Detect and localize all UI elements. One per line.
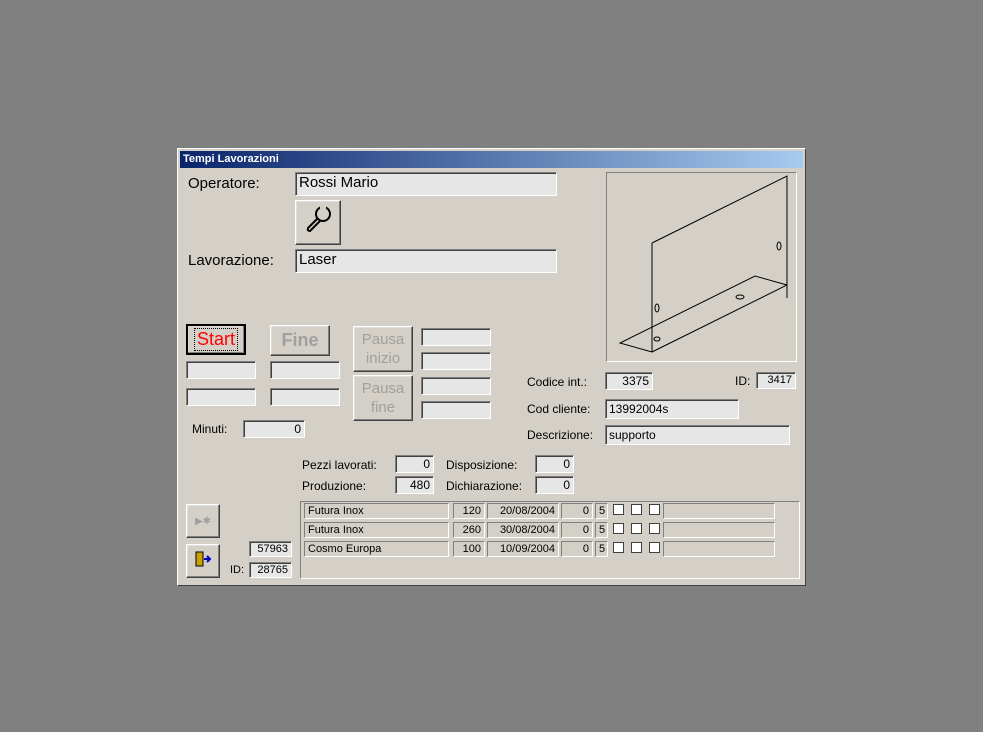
part-id-label: ID: [735,374,751,388]
order-checkbox-3[interactable] [649,504,660,515]
order-row: Cosmo Europa 100 10/09/2004 0 5 [301,541,799,559]
order-checkbox-1[interactable] [613,542,624,553]
order-n2-cell[interactable]: 5 [595,503,608,519]
pezzi-lavorati-label: Pezzi lavorati: [302,458,377,472]
pausa-inizio-date-field[interactable] [421,328,491,346]
cod-cliente-label: Cod cliente: [527,402,591,416]
wrench-icon [301,203,335,242]
order-date-cell[interactable]: 20/08/2004 [487,503,559,519]
order-n1-cell[interactable]: 0 [561,522,593,538]
pausa-fine-button[interactable]: Pausa fine [353,375,413,421]
order-qty-cell[interactable]: 120 [453,503,485,519]
start-button-label: Start [193,328,238,351]
part-drawing [606,172,797,362]
pezzi-lavorati-field[interactable]: 0 [395,455,434,473]
part-id-field: 3417 [756,372,796,389]
fine-button[interactable]: Fine [270,325,330,356]
new-record-button[interactable]: ▶✱ [186,504,220,538]
start-date-field[interactable] [186,361,256,379]
order-row: Futura Inox 120 20/08/2004 0 5 [301,503,799,521]
order-n2-cell[interactable]: 5 [595,522,608,538]
order-n2-cell[interactable]: 5 [595,541,608,557]
pausa-fine-time-field[interactable] [421,401,491,419]
operatore-label: Operatore: [188,175,260,192]
pausa-inizio-time-field[interactable] [421,352,491,370]
order-checkbox-1[interactable] [613,523,624,534]
dichiarazione-label: Dichiarazione: [446,479,523,493]
orders-subform: Futura Inox 120 20/08/2004 0 5 Futura Inox 260… [300,501,800,579]
window-title: Tempi Lavorazioni [180,151,803,168]
order-cliente-cell[interactable]: Cosmo Europa [304,541,449,557]
order-cliente-cell[interactable]: Futura Inox [304,522,449,538]
disposizione-label: Disposizione: [446,458,518,472]
order-note-cell[interactable] [663,541,775,557]
order-qty-cell[interactable]: 100 [453,541,485,557]
order-note-cell[interactable] [663,503,775,519]
order-cliente-cell[interactable]: Futura Inox [304,503,449,519]
codice-int-label: Codice int.: [527,375,588,389]
record-id-label: ID: [230,564,245,576]
pausa-inizio-button[interactable]: Pausa inizio [353,326,413,372]
order-n1-cell[interactable]: 0 [561,503,593,519]
fine-time-field[interactable] [270,388,340,406]
lavorazione-label: Lavorazione: [188,252,274,269]
cod-cliente-field[interactable]: 13992004s [605,399,739,419]
descrizione-label: Descrizione: [527,428,594,442]
pausa-fine-date-field[interactable] [421,377,491,395]
record-number-field: 57963 [249,541,292,557]
order-date-cell[interactable]: 30/08/2004 [487,522,559,538]
order-checkbox-3[interactable] [649,523,660,534]
order-checkbox-3[interactable] [649,542,660,553]
order-row: Futura Inox 260 30/08/2004 0 5 [301,522,799,540]
descrizione-field[interactable]: supporto [605,425,790,445]
produzione-label: Produzione: [302,479,367,493]
operatore-field[interactable]: Rossi Mario [295,172,557,196]
tool-button[interactable] [295,200,341,245]
order-checkbox-1[interactable] [613,504,624,515]
exit-door-icon [194,550,212,573]
order-checkbox-2[interactable] [631,504,642,515]
order-n1-cell[interactable]: 0 [561,541,593,557]
order-qty-cell[interactable]: 260 [453,522,485,538]
minuti-field[interactable]: 0 [243,420,305,438]
disposizione-field[interactable]: 0 [535,455,574,473]
start-time-field[interactable] [186,388,256,406]
produzione-field[interactable]: 480 [395,476,434,494]
exit-button[interactable] [186,544,220,578]
minuti-label: Minuti: [192,422,228,436]
order-note-cell[interactable] [663,522,775,538]
fine-date-field[interactable] [270,361,340,379]
tempi-lavorazioni-window: Tempi Lavorazioni Operatore: Rossi Mario… [177,148,806,586]
record-id-field: 28765 [249,562,292,578]
lavorazione-field[interactable]: Laser [295,249,557,273]
order-date-cell[interactable]: 10/09/2004 [487,541,559,557]
dichiarazione-field[interactable]: 0 [535,476,574,494]
order-checkbox-2[interactable] [631,523,642,534]
start-button[interactable]: Start [186,324,246,355]
codice-int-field[interactable]: 3375 [605,372,653,390]
new-record-icon: ▶✱ [194,515,212,527]
order-checkbox-2[interactable] [631,542,642,553]
